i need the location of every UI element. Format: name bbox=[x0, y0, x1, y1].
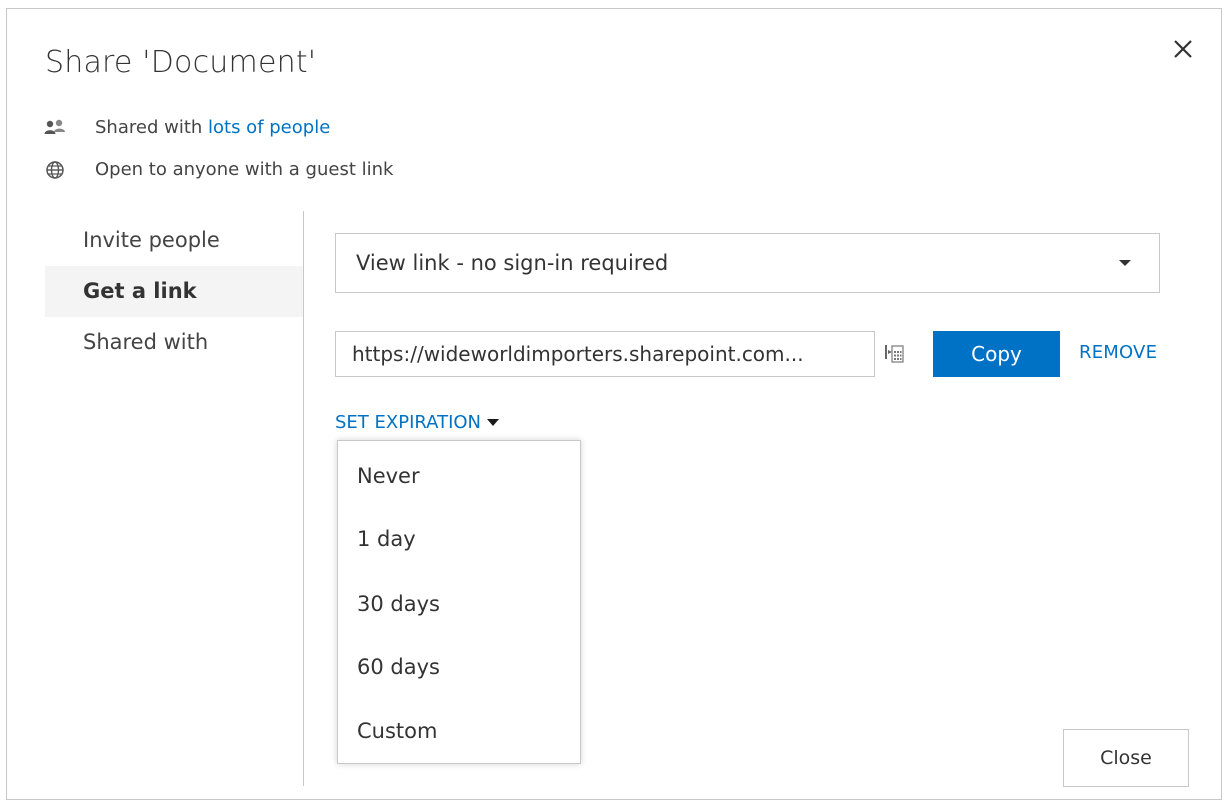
guest-link-row: Open to anyone with a guest link bbox=[43, 159, 393, 180]
expiration-option-60-days[interactable]: 60 days bbox=[357, 655, 440, 679]
share-dialog: Share 'Document' Shared with lots of peo… bbox=[6, 8, 1222, 800]
expiration-option-30-days[interactable]: 30 days bbox=[357, 592, 440, 616]
share-nav: Invite people Get a link Shared with bbox=[45, 215, 303, 368]
people-icon bbox=[43, 118, 67, 138]
nav-item-get-a-link[interactable]: Get a link bbox=[45, 266, 303, 317]
expiration-option-custom[interactable]: Custom bbox=[357, 719, 437, 743]
shared-with-row: Shared with lots of people bbox=[43, 117, 330, 138]
set-expiration-label: SET EXPIRATION bbox=[335, 412, 482, 433]
nav-divider bbox=[303, 211, 304, 786]
guest-link-text: Open to anyone with a guest link bbox=[95, 159, 394, 180]
globe-icon bbox=[43, 160, 67, 180]
close-icon[interactable] bbox=[1169, 35, 1197, 63]
nav-item-invite-people[interactable]: Invite people bbox=[45, 215, 303, 266]
chevron-down-icon bbox=[1119, 260, 1131, 266]
expiration-dropdown: Never 1 day 30 days 60 days Custom bbox=[337, 440, 581, 764]
lots-of-people-link[interactable]: lots of people bbox=[208, 117, 330, 138]
close-button[interactable]: Close bbox=[1063, 729, 1189, 787]
link-type-select[interactable]: View link - no sign-in required bbox=[335, 233, 1160, 293]
qr-code-icon[interactable] bbox=[883, 342, 905, 364]
link-url-field[interactable] bbox=[335, 331, 875, 377]
copy-button[interactable]: Copy bbox=[933, 331, 1060, 377]
remove-link-button[interactable]: REMOVE bbox=[1079, 342, 1157, 363]
nav-item-shared-with[interactable]: Shared with bbox=[45, 317, 303, 368]
expiration-option-never[interactable]: Never bbox=[357, 464, 420, 488]
caret-down-icon bbox=[487, 419, 500, 426]
expiration-option-1-day[interactable]: 1 day bbox=[357, 527, 416, 551]
shared-with-prefix: Shared with bbox=[95, 117, 209, 138]
shared-with-text: Shared with lots of people bbox=[95, 117, 330, 138]
set-expiration-toggle[interactable]: SET EXPIRATION bbox=[335, 412, 500, 433]
link-type-selected: View link - no sign-in required bbox=[356, 251, 669, 275]
dialog-title: Share 'Document' bbox=[45, 45, 317, 80]
